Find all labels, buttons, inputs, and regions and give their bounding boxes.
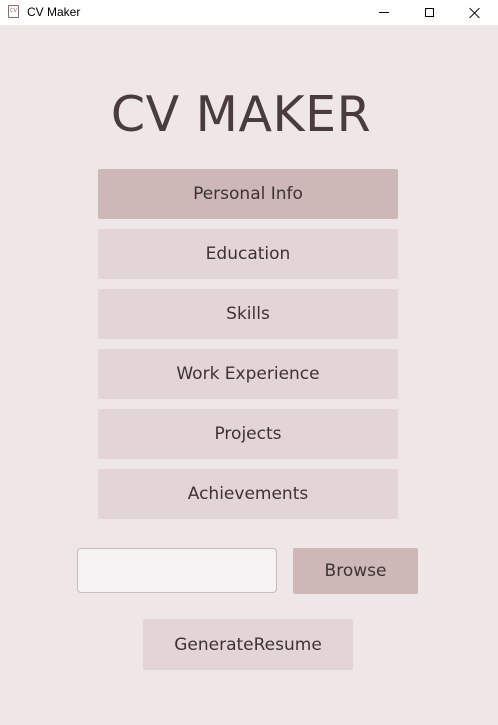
education-button[interactable]: Education <box>98 229 398 279</box>
window-title: CV Maker <box>27 5 81 19</box>
window-titlebar: CV CV Maker <box>0 0 498 25</box>
maximize-button[interactable] <box>406 0 452 25</box>
app-title: CV MAKER <box>110 86 372 143</box>
work-experience-button[interactable]: Work Experience <box>98 349 398 399</box>
generate-resume-button[interactable]: GenerateResume <box>143 619 353 670</box>
cv-document-icon: CV <box>8 5 19 18</box>
close-icon <box>469 7 481 19</box>
minimize-button[interactable] <box>361 0 407 25</box>
projects-button[interactable]: Projects <box>98 409 398 459</box>
file-path-input[interactable] <box>77 548 277 593</box>
maximize-icon <box>424 8 434 17</box>
achievements-button[interactable]: Achievements <box>98 469 398 519</box>
browse-button[interactable]: Browse <box>293 548 418 594</box>
close-button[interactable] <box>452 0 498 25</box>
minimize-icon <box>379 12 389 13</box>
personal-info-button[interactable]: Personal Info <box>98 169 398 219</box>
skills-button[interactable]: Skills <box>98 289 398 339</box>
